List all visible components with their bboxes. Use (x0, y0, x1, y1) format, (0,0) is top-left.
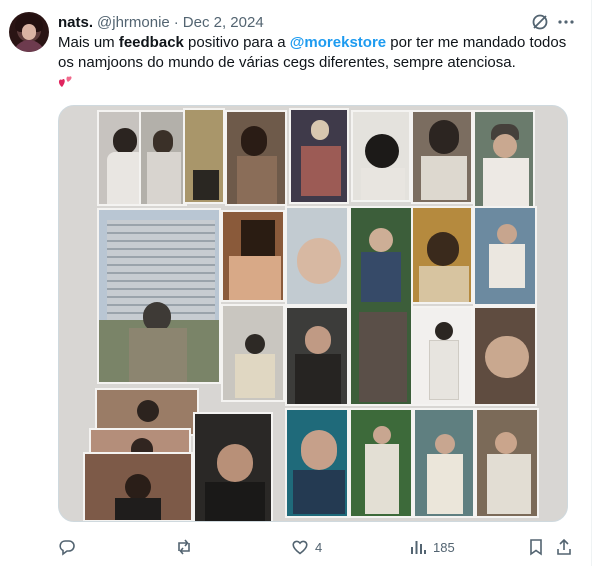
views-button[interactable]: 185 (409, 538, 455, 556)
tweet[interactable]: nats. @jhrmonie · Dec 2, 2024 Mais um fe… (0, 0, 599, 566)
bookmark-button[interactable] (527, 538, 545, 556)
photocard (83, 452, 193, 521)
views-count: 185 (433, 539, 455, 555)
photocard (475, 408, 539, 518)
tweet-header: nats. @jhrmonie · Dec 2, 2024 (58, 12, 264, 32)
bookmark-icon (530, 539, 542, 556)
photocard (285, 206, 349, 306)
reply-icon (59, 540, 75, 556)
attached-photo[interactable] (58, 105, 568, 522)
photocard (413, 408, 475, 518)
separator-dot: · (173, 13, 179, 31)
photocard (351, 110, 411, 202)
avatar[interactable] (9, 12, 49, 52)
column-divider (591, 0, 592, 566)
photocard (473, 110, 535, 208)
photocard (139, 110, 187, 206)
photocard (411, 206, 473, 304)
bold-word: feedback (118, 34, 184, 51)
repost-button[interactable] (175, 538, 199, 556)
photocard (473, 206, 537, 306)
two-hearts-emoji (58, 73, 72, 87)
views-icon (411, 541, 426, 554)
photocard (349, 206, 413, 406)
mention-link[interactable]: @morekstore (290, 34, 386, 51)
photocard (411, 110, 473, 204)
photocard (285, 408, 349, 518)
action-bar: 4 185 (58, 538, 583, 558)
share-button[interactable] (555, 538, 573, 556)
photocard (221, 210, 285, 302)
repost-icon (178, 539, 190, 555)
photocard (349, 408, 413, 518)
reply-button[interactable] (58, 538, 82, 556)
photocard (225, 110, 287, 206)
like-icon (292, 540, 308, 555)
photocard (97, 208, 221, 384)
photocard (411, 306, 473, 406)
grok-icon[interactable] (530, 12, 550, 32)
tweet-text: Mais um feedback positivo para a @moreks… (58, 33, 583, 94)
photocard (183, 108, 225, 204)
photocard (221, 304, 285, 402)
author-name[interactable]: nats. (58, 14, 93, 31)
photocard (289, 108, 349, 204)
photocard (193, 412, 273, 521)
more-icon[interactable] (556, 12, 576, 32)
like-button[interactable]: 4 (291, 538, 322, 556)
author-handle[interactable]: @jhrmonie (97, 14, 170, 31)
like-count: 4 (315, 539, 323, 555)
photocard (285, 306, 349, 406)
share-icon (557, 538, 571, 555)
post-date[interactable]: Dec 2, 2024 (183, 14, 264, 31)
photocard (473, 306, 537, 406)
